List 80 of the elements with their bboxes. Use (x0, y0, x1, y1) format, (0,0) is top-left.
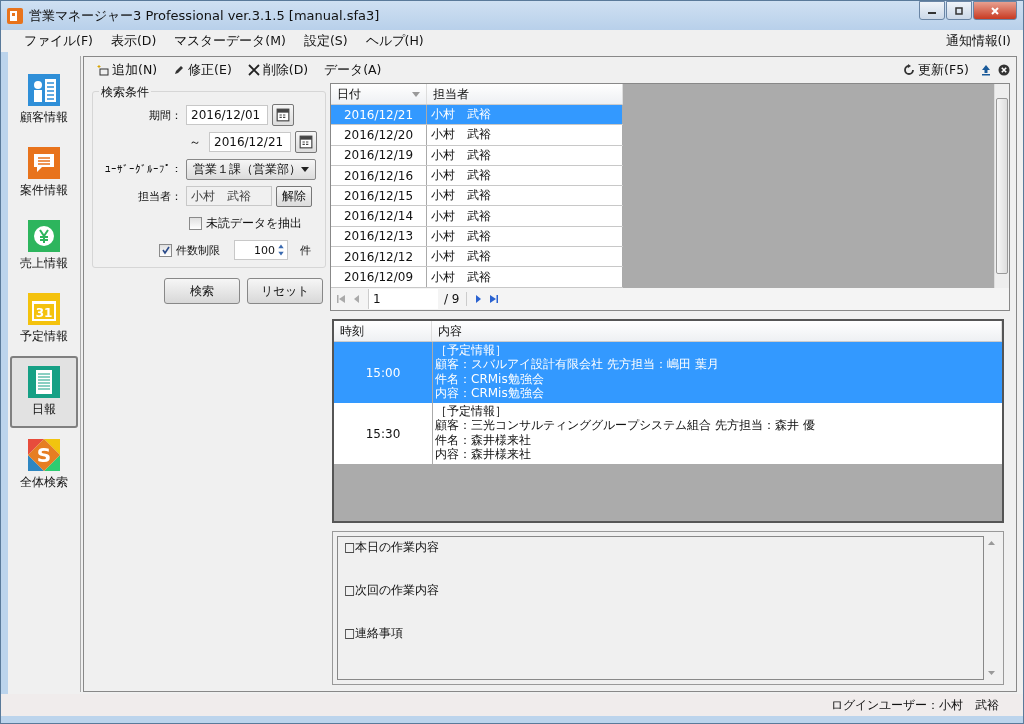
yen-coin-icon (28, 220, 60, 252)
checkbox[interactable] (159, 243, 172, 257)
column-header[interactable]: 内容 (432, 321, 1002, 341)
group-title: 検索条件 (99, 84, 151, 101)
field-label: 期間： (148, 107, 182, 123)
checkbox-label: 件数制限 (176, 242, 220, 258)
list-row[interactable]: 2016/12/15 小村 武裕 (331, 186, 623, 207)
menu-item[interactable]: 通知情報(I) (945, 32, 1011, 50)
search-logo-icon: S (28, 439, 60, 471)
memo-text-area[interactable]: □本日の作業内容 □次回の作業内容 □連絡事項 (332, 531, 1004, 685)
speech-bubble-icon (28, 147, 60, 179)
unit-label: 件 (300, 242, 311, 258)
list-row[interactable]: 2016/12/14 小村 武裕 (331, 206, 623, 227)
page-total: / 9 (444, 292, 467, 306)
column-header[interactable]: 時刻 (334, 321, 432, 341)
toolbar-button[interactable]: データ(A) (319, 59, 387, 81)
close-icon (990, 5, 1000, 16)
sidebar-item[interactable]: 31 予定情報 (10, 283, 78, 355)
memo-line: □本日の作業内容 (344, 539, 441, 556)
login-user-text: ログインユーザー：小村 武裕 (831, 696, 999, 714)
memo-line: □連絡事項 (344, 625, 405, 642)
last-page-icon[interactable] (488, 294, 499, 304)
sort-arrow-icon (412, 91, 420, 97)
sidebar-item[interactable]: 案件情報 (10, 137, 78, 209)
schedule-row[interactable]: 15:30 ［予定情報］ 顧客：三光コンサルティンググループシステム組合 先方担当：森井 優 件名：森井様来社 内容：森井様来社 (334, 403, 1002, 464)
toolbar-button[interactable]: 削除(D) (242, 59, 314, 81)
refresh-button[interactable]: 更新(F5) (898, 59, 974, 81)
new-item-icon (97, 64, 109, 76)
upload-icon[interactable] (980, 64, 992, 76)
minimize-icon (928, 12, 936, 14)
calendar-icon: 31 (28, 293, 60, 325)
field-label: 担当者： (137, 188, 182, 204)
minimize-button[interactable] (919, 1, 945, 20)
maximize-button[interactable] (946, 1, 972, 20)
maximize-icon (954, 5, 964, 16)
search-button[interactable]: 検索 (164, 278, 240, 304)
scrollbar[interactable] (994, 84, 1009, 288)
pencil-icon (173, 64, 186, 76)
toolbar-button[interactable]: 追加(N) (92, 59, 163, 81)
sidebar-item[interactable]: 日報 (10, 356, 78, 428)
menu-item[interactable]: ヘルプ(H) (356, 32, 433, 50)
calendar-button[interactable] (272, 104, 294, 126)
list-row[interactable]: 2016/12/13 小村 武裕 (331, 226, 623, 248)
field-label: ﾕｰｻﾞｰｸﾞﾙｰﾌﾟ： (104, 162, 182, 176)
sidebar-item[interactable]: 顧客情報 (10, 64, 78, 136)
menu-item[interactable]: 設定(S) (294, 32, 357, 50)
document-icon (28, 366, 60, 398)
sidebar-item[interactable]: 売上情報 (10, 210, 78, 282)
list-row[interactable]: 2016/12/19 小村 武裕 (331, 145, 623, 166)
menu-item[interactable]: マスターデータ(M) (165, 32, 295, 50)
date-field[interactable]: 2016/12/21 (209, 132, 291, 152)
list-row[interactable]: 2016/12/20 小村 武裕 (331, 125, 623, 146)
column-header[interactable]: 日付 (331, 84, 427, 104)
menu-item[interactable]: 表示(D) (101, 32, 166, 50)
caret-icon (301, 166, 309, 172)
window-title: 営業マネージャー3 Professional ver.3.1.5 [manual.sfa3] (29, 6, 381, 25)
date-field[interactable]: 2016/12/01 (186, 105, 268, 125)
range-separator: ～ (188, 133, 202, 151)
app-logo-icon (7, 7, 23, 24)
close-icon[interactable] (998, 64, 1010, 76)
user-group-dropdown[interactable]: 営業１課（営業部） (186, 158, 316, 180)
list-row[interactable]: 2016/12/16 小村 武裕 (331, 165, 623, 187)
checkbox[interactable] (189, 216, 202, 230)
contact-card-icon (28, 74, 60, 106)
list-row[interactable]: 2016/12/12 小村 武裕 (331, 247, 623, 268)
count-spinner[interactable]: 100 (234, 240, 288, 260)
sidebar-item[interactable]: S 全体検索 (10, 429, 78, 501)
close-button[interactable] (973, 1, 1017, 20)
menu-item[interactable]: ファイル(F) (15, 32, 102, 50)
reset-button[interactable]: リセット (247, 278, 323, 304)
calendar-button[interactable] (295, 131, 317, 153)
page-number-field[interactable]: 1 (368, 289, 438, 309)
clear-button[interactable]: 解除 (276, 185, 312, 207)
memo-line: □次回の作業内容 (344, 582, 441, 599)
list-row[interactable]: 2016/12/09 小村 武裕 (331, 267, 623, 288)
person-field[interactable]: 小村 武裕 (186, 186, 272, 206)
toolbar-button[interactable]: 修正(E) (168, 59, 237, 81)
checkbox-label: 未読データを抽出 (206, 214, 302, 232)
delete-icon (247, 64, 260, 76)
refresh-icon (903, 64, 916, 76)
